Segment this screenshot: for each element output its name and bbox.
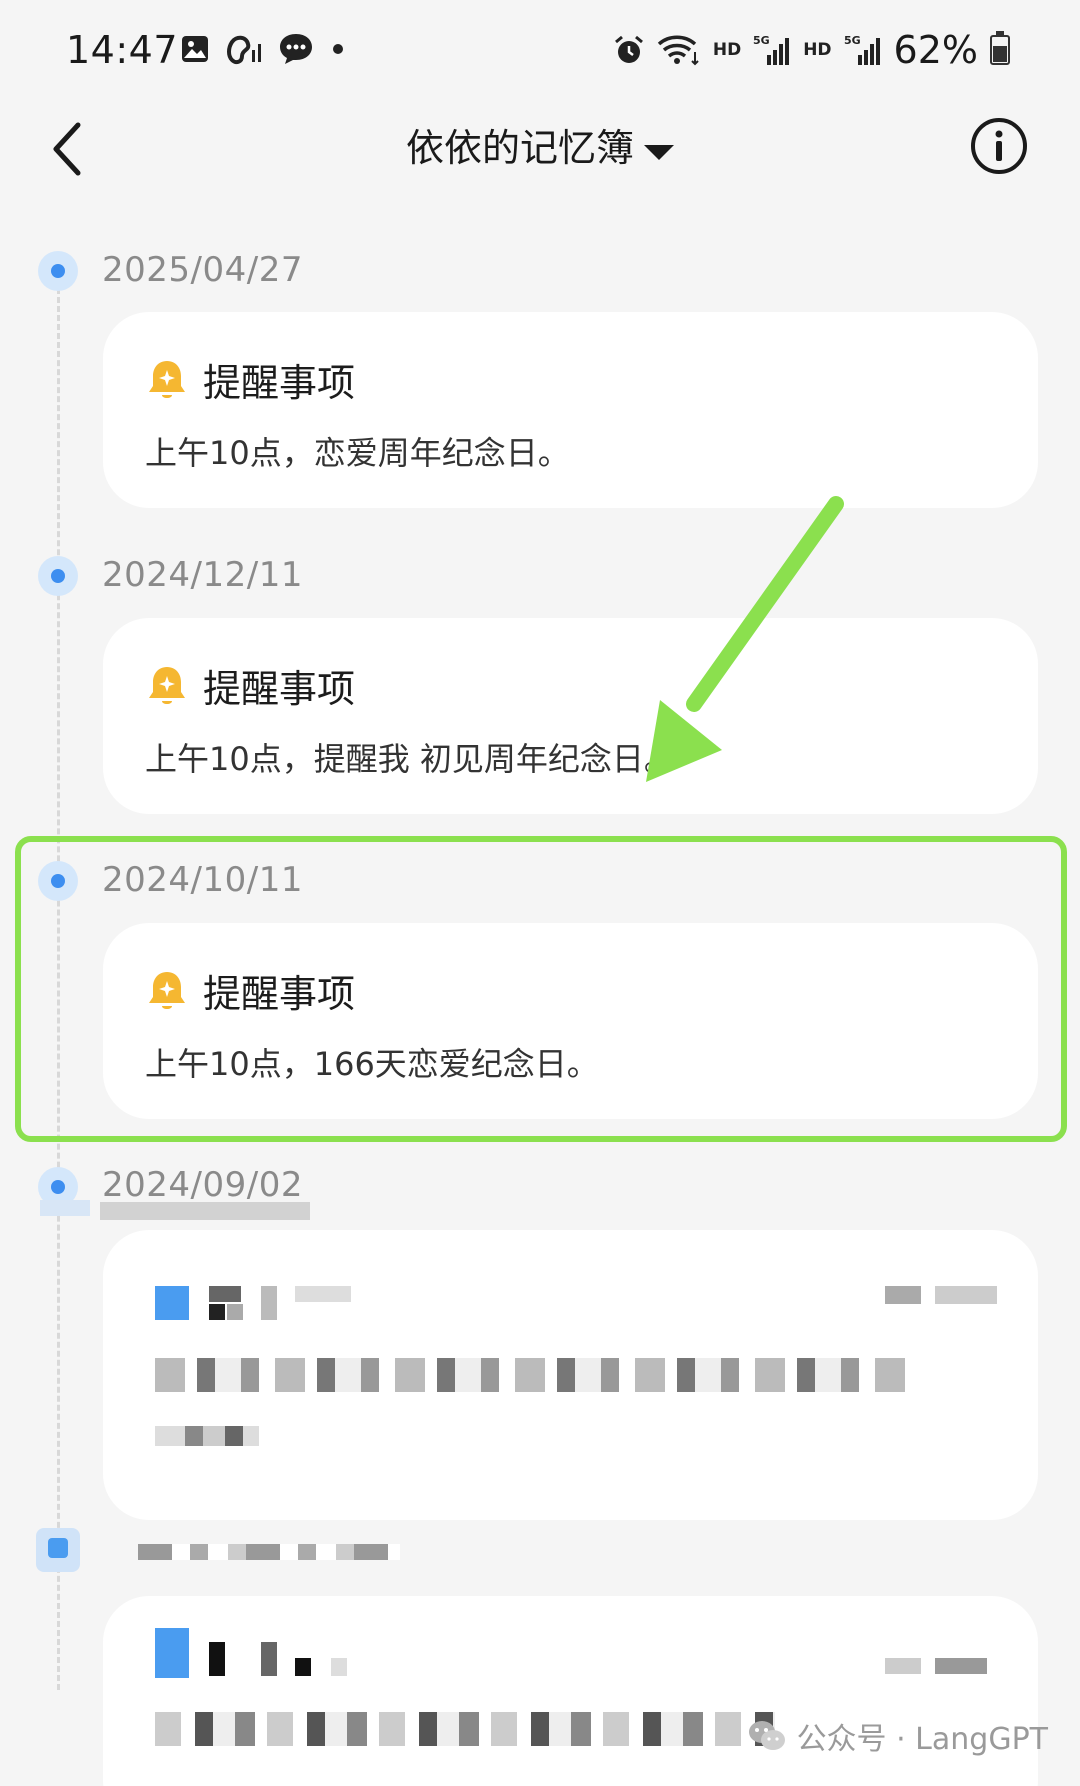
reminder-card[interactable]: 提醒事项 上午10点，恋爱周年纪念日。 [103, 312, 1038, 508]
info-button[interactable] [968, 115, 1030, 177]
signal-icon: 5G [844, 34, 880, 65]
watermark-text: 公众号 · LangGPT [796, 1722, 1048, 1757]
bell-icon [149, 360, 185, 398]
caret-down-icon [644, 145, 674, 160]
dot-icon [333, 44, 343, 54]
card-title-row: 提醒事项 [145, 658, 355, 713]
bell-icon [149, 666, 185, 704]
signal-icon: 5G [753, 34, 790, 65]
wifi-icon [657, 35, 699, 66]
battery-icon [990, 31, 1010, 65]
chat-bubble-icon [280, 34, 312, 64]
entry-date: 2025/04/27 [102, 250, 303, 290]
wechat-icon [748, 1721, 785, 1750]
card-body: 上午10点，恋爱周年纪念日。 [145, 434, 570, 472]
timeline-dot [38, 556, 78, 596]
notebook-selector[interactable]: 依依的记忆簿 [0, 117, 1080, 172]
hd-label: HD [712, 40, 742, 60]
hearing-aid-icon [227, 35, 261, 65]
obscured-card[interactable] [103, 1230, 1038, 1520]
alarm-icon [614, 35, 643, 63]
status-time: 14:47 [66, 28, 179, 72]
card-title: 提醒事项 [203, 361, 356, 405]
status-notification-icons [180, 32, 348, 66]
svg-text:5G: 5G [753, 34, 770, 47]
status-system-icons: HD 5G HD 5G 62% [613, 28, 1010, 72]
highlight-box [15, 836, 1067, 1142]
status-bar: 14:47 HD 5G HD 5G 62% [0, 0, 1080, 105]
reminder-card[interactable]: 提醒事项 上午10点，提醒我 初见周年纪念日。 [103, 618, 1038, 814]
header: 依依的记忆簿 [0, 105, 1080, 215]
card-title: 提醒事项 [203, 667, 356, 711]
gallery-icon [182, 36, 208, 62]
card-body: 上午10点，提醒我 初见周年纪念日。 [145, 740, 676, 778]
app-screen: 14:47 HD 5G HD 5G 62% 依依的记忆簿 2025/04/27 … [0, 0, 1080, 1786]
entry-date: 2024/12/11 [102, 555, 303, 595]
timeline-dot [38, 251, 78, 291]
card-title-row: 提醒事项 [145, 352, 355, 407]
watermark: 公众号 · LangGPT [747, 1714, 1048, 1758]
svg-text:5G: 5G [844, 34, 861, 47]
pixelated-region [0, 1140, 1080, 1786]
hd-label-2: HD [803, 40, 832, 60]
page-title: 依依的记忆簿 [405, 126, 634, 170]
info-icon [971, 118, 1027, 174]
battery-percent: 62% [893, 28, 978, 72]
